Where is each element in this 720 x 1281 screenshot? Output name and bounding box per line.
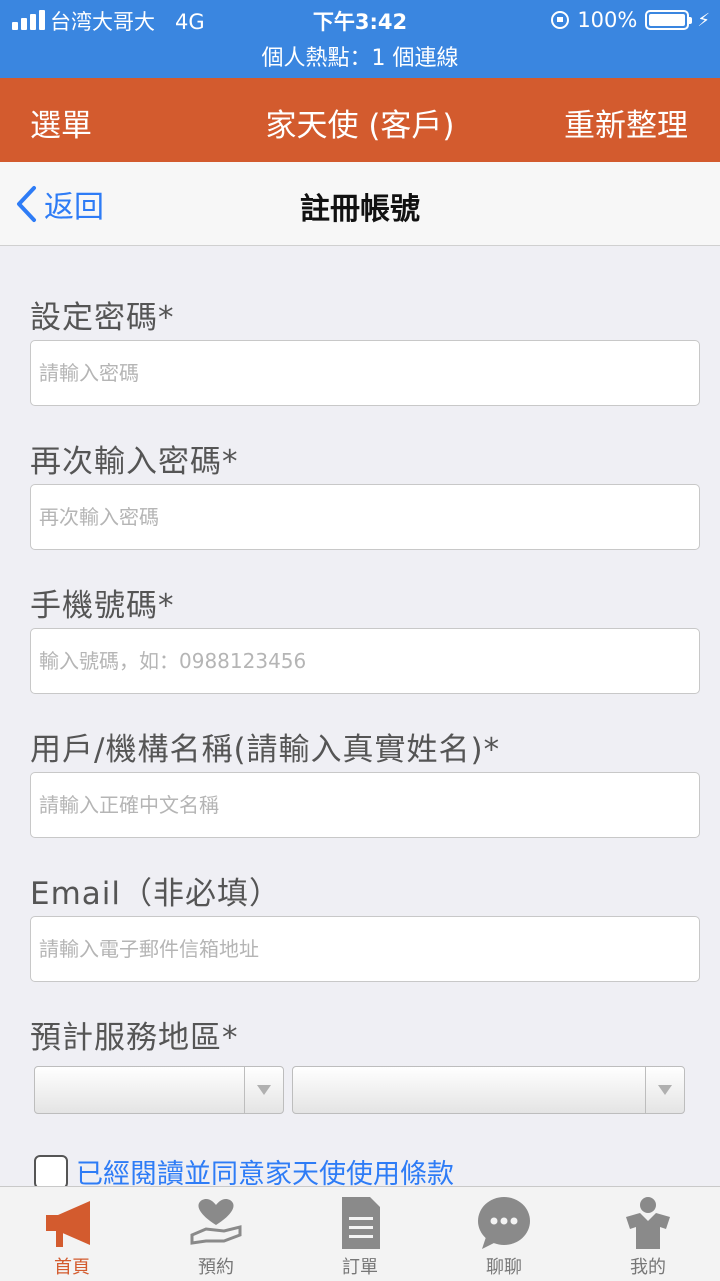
password-confirm-label: 再次輸入密碼* (30, 444, 239, 480)
tab-chat[interactable]: 聊聊 (432, 1187, 576, 1281)
navigation-bar: 返回 註冊帳號 (0, 162, 720, 246)
email-label: Email（非必填） (30, 876, 282, 912)
status-bar: 台湾大哥大 4G 下午3:42 100% ⚡ 個人熱點：1 個連線 (0, 0, 720, 78)
password-field[interactable] (30, 340, 700, 406)
charging-icon: ⚡ (697, 9, 710, 31)
chevron-down-icon (257, 1085, 271, 1095)
region-label: 預計服務地區* (30, 1020, 239, 1056)
tab-bar: 首頁 預約 訂單 聊聊 我的 (0, 1186, 720, 1281)
tab-chat-label: 聊聊 (486, 1257, 522, 1278)
battery-icon (645, 10, 693, 30)
email-field[interactable] (30, 916, 700, 982)
chat-bubble-icon (478, 1197, 530, 1249)
phone-field[interactable] (30, 628, 700, 694)
city-select[interactable] (34, 1066, 284, 1114)
tab-home[interactable]: 首頁 (0, 1187, 144, 1281)
name-label: 用戶/機構名稱(請輸入真實姓名)* (30, 732, 501, 768)
rotation-lock-icon (551, 11, 570, 29)
hotspot-banner[interactable]: 個人熱點：1 個連線 (0, 40, 720, 72)
tab-orders-label: 訂單 (342, 1257, 378, 1278)
password-label: 設定密碼* (30, 300, 175, 336)
tab-profile[interactable]: 我的 (576, 1187, 720, 1281)
district-select[interactable] (292, 1066, 685, 1114)
megaphone-icon (46, 1201, 90, 1247)
refresh-button[interactable]: 重新整理 (564, 100, 688, 145)
heart-hand-icon (190, 1198, 242, 1245)
terms-checkbox[interactable] (34, 1154, 68, 1189)
chevron-down-icon (658, 1085, 672, 1095)
tab-orders[interactable]: 訂單 (288, 1187, 432, 1281)
tab-profile-label: 我的 (630, 1257, 666, 1278)
tab-booking[interactable]: 預約 (144, 1187, 288, 1281)
battery-percent: 100% (577, 8, 638, 32)
page-title: 註冊帳號 (300, 192, 420, 227)
user-icon (626, 1197, 670, 1249)
password-confirm-field[interactable] (30, 484, 700, 550)
document-icon (342, 1197, 380, 1249)
tab-home-label: 首頁 (54, 1257, 90, 1278)
tab-booking-label: 預約 (198, 1257, 234, 1278)
app-bar: 選單 家天使 (客戶) 重新整理 (0, 78, 720, 162)
phone-label: 手機號碼* (30, 588, 175, 624)
name-field[interactable] (30, 772, 700, 838)
menu-button[interactable]: 選單 (30, 100, 92, 145)
